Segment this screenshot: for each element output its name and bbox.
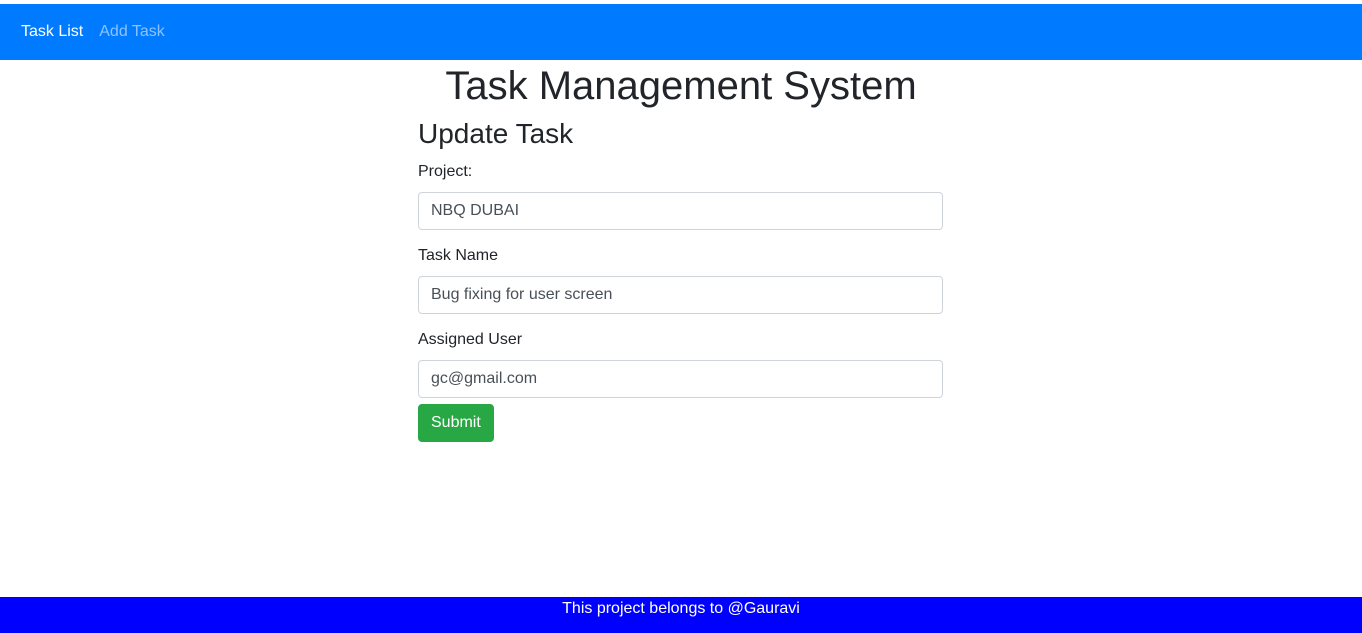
footer: This project belongs to @Gauravi <box>0 597 1362 633</box>
nav-link-task-list[interactable]: Task List <box>21 23 83 41</box>
assigned-user-label: Assigned User <box>418 331 523 348</box>
page-title: Task Management System <box>445 64 917 108</box>
assigned-user-group: Assigned User <box>418 330 943 398</box>
assigned-user-input[interactable] <box>418 360 943 398</box>
update-task-form: Update Task Project: Task Name Assigned … <box>418 116 943 442</box>
top-navbar: Task List Add Task <box>0 4 1362 60</box>
task-name-label: Task Name <box>418 247 499 264</box>
nav-link-add-task[interactable]: Add Task <box>99 23 165 41</box>
footer-text: This project belongs to @Gauravi <box>562 600 800 617</box>
form-title: Update Task <box>418 118 574 149</box>
task-name-input[interactable] <box>418 276 943 314</box>
task-name-group: Task Name <box>418 246 943 314</box>
submit-button[interactable]: Submit <box>418 404 494 442</box>
project-label: Project: <box>418 163 473 180</box>
project-input[interactable] <box>418 192 943 230</box>
project-group: Project: <box>418 162 943 230</box>
